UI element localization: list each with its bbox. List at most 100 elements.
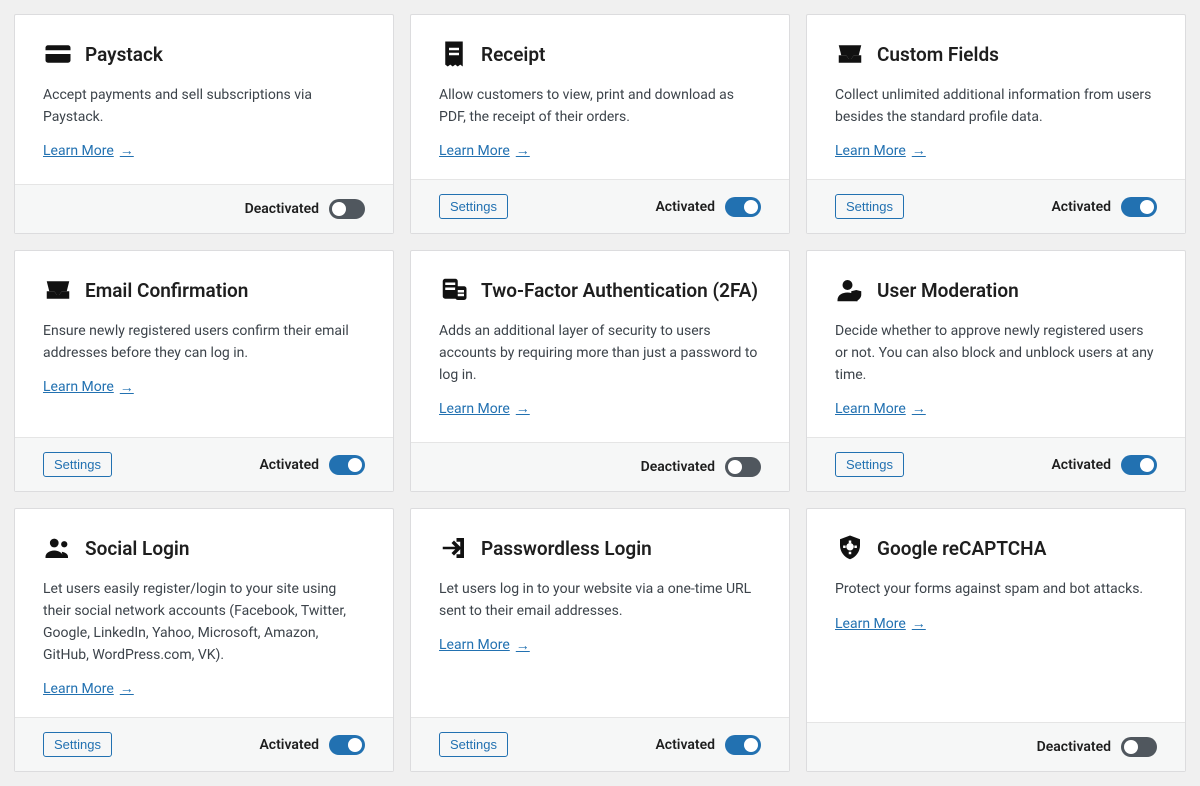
learn-more-link[interactable]: Learn More→ — [43, 680, 134, 697]
addon-title: Two-Factor Authentication (2FA) — [481, 279, 758, 302]
addons-grid: Paystack Accept payments and sell subscri… — [14, 14, 1186, 772]
card-footer: SettingsActivated — [807, 437, 1185, 491]
arrow-right-icon: → — [516, 637, 530, 654]
settings-button[interactable]: Settings — [43, 452, 112, 477]
learn-more-link[interactable]: Learn More → — [439, 637, 530, 654]
learn-more-label: Learn More — [835, 616, 906, 632]
addon-description: Accept payments and sell subscriptions v… — [43, 85, 365, 128]
footer-left: Settings — [835, 452, 904, 477]
addon-card-user-moderation: User ModerationDecide whether to approve… — [806, 250, 1186, 492]
addon-description: Ensure newly registered users confirm th… — [43, 321, 365, 364]
settings-button[interactable]: Settings — [835, 452, 904, 477]
learn-more-label: Learn More — [439, 637, 510, 653]
card-body: Custom FieldsCollect unlimited additiona… — [807, 15, 1185, 179]
card-header: Google reCAPTCHA — [835, 533, 1157, 563]
status-wrap: Activated — [259, 735, 365, 755]
activation-toggle[interactable] — [725, 457, 761, 477]
card-header: User Moderation — [835, 275, 1157, 305]
arrow-right-icon: → — [912, 615, 926, 632]
activation-toggle[interactable] — [1121, 737, 1157, 757]
settings-button[interactable]: Settings — [43, 732, 112, 757]
footer-left: Settings — [439, 194, 508, 219]
card-header: Custom Fields — [835, 39, 1157, 69]
addon-title: Passwordless Login — [481, 537, 652, 560]
addon-title: Social Login — [85, 537, 189, 560]
status-label: Activated — [655, 737, 715, 753]
addon-card-two-factor-authentication-2fa: Two-Factor Authentication (2FA) Adds an a… — [410, 250, 790, 492]
activation-toggle[interactable] — [725, 735, 761, 755]
card-footer: Settings Activated — [411, 179, 789, 233]
status-wrap: Deactivated — [1037, 737, 1157, 757]
footer-left: Settings — [43, 732, 112, 757]
learn-more-label: Learn More — [835, 401, 906, 417]
card-header: Passwordless Login — [439, 533, 761, 563]
card-body: Passwordless LoginLet users log in to yo… — [411, 509, 789, 717]
shield-bug-icon — [835, 533, 865, 563]
activation-toggle[interactable] — [1121, 197, 1157, 217]
card-footer: Settings Activated — [807, 179, 1185, 233]
status-label: Activated — [259, 457, 319, 473]
2fa-icon — [439, 275, 469, 305]
arrow-right-icon: → — [516, 400, 530, 417]
arrow-right-icon: → — [912, 142, 926, 159]
addon-title: Custom Fields — [877, 43, 999, 66]
card-footer: Deactivated — [411, 442, 789, 491]
card-body: Google reCAPTCHA Protect your forms again… — [807, 509, 1185, 722]
card-header: Receipt — [439, 39, 761, 69]
status-wrap: Activated — [1051, 197, 1157, 217]
status-wrap: Activated — [655, 197, 761, 217]
addon-title: User Moderation — [877, 279, 1019, 302]
addon-card-passwordless-login: Passwordless LoginLet users log in to yo… — [410, 508, 790, 772]
learn-more-link[interactable]: Learn More → — [835, 142, 926, 159]
arrow-right-icon: → — [120, 142, 134, 159]
activation-toggle[interactable] — [329, 455, 365, 475]
learn-more-link[interactable]: Learn More → — [43, 142, 134, 159]
settings-button[interactable]: Settings — [439, 732, 508, 757]
learn-more-link[interactable]: Learn More → — [439, 400, 530, 417]
learn-more-link[interactable]: Learn More→ — [439, 142, 530, 159]
addon-title: Email Confirmation — [85, 279, 248, 302]
card-header: Two-Factor Authentication (2FA) — [439, 275, 761, 305]
addon-description: Protect your forms against spam and bot … — [835, 579, 1157, 601]
activation-toggle[interactable] — [329, 199, 365, 219]
settings-button[interactable]: Settings — [439, 194, 508, 219]
addon-card-receipt: Receipt Allow customers to view, print an… — [410, 14, 790, 234]
activation-toggle[interactable] — [1121, 455, 1157, 475]
status-label: Activated — [655, 199, 715, 215]
activation-toggle[interactable] — [725, 197, 761, 217]
footer-left: Settings — [43, 452, 112, 477]
addon-title: Receipt — [481, 43, 545, 66]
addon-description: Adds an additional layer of security to … — [439, 321, 761, 386]
arrow-right-icon: → — [120, 379, 134, 396]
credit-card-icon — [43, 39, 73, 69]
addon-title: Google reCAPTCHA — [877, 537, 1046, 560]
addon-title: Paystack — [85, 43, 163, 66]
learn-more-label: Learn More — [835, 143, 906, 159]
card-footer: Deactivated — [15, 184, 393, 233]
learn-more-link[interactable]: Learn More → — [835, 615, 926, 632]
users-icon — [43, 533, 73, 563]
status-wrap: Activated — [655, 735, 761, 755]
status-wrap: Deactivated — [245, 199, 365, 219]
learn-more-label: Learn More — [43, 143, 114, 159]
learn-more-link[interactable]: Learn More→ — [835, 400, 926, 417]
addon-description: Allow customers to view, print and downl… — [439, 85, 761, 128]
addon-card-email-confirmation: Email Confirmation Ensure newly registere… — [14, 250, 394, 492]
addon-card-google-recaptcha: Google reCAPTCHA Protect your forms again… — [806, 508, 1186, 772]
inbox-icon — [835, 39, 865, 69]
learn-more-label: Learn More — [43, 379, 114, 395]
card-header: Email Confirmation — [43, 275, 365, 305]
settings-button[interactable]: Settings — [835, 194, 904, 219]
card-footer: Settings Activated — [15, 717, 393, 771]
learn-more-label: Learn More — [439, 143, 510, 159]
arrow-in-icon — [439, 533, 469, 563]
learn-more-label: Learn More — [439, 401, 510, 417]
card-header: Paystack — [43, 39, 365, 69]
card-header: Social Login — [43, 533, 365, 563]
arrow-right-icon: → — [120, 680, 134, 697]
card-body: Receipt Allow customers to view, print an… — [411, 15, 789, 179]
addon-card-social-login: Social LoginLet users easily register/lo… — [14, 508, 394, 772]
status-wrap: Deactivated — [641, 457, 761, 477]
activation-toggle[interactable] — [329, 735, 365, 755]
learn-more-link[interactable]: Learn More → — [43, 379, 134, 396]
